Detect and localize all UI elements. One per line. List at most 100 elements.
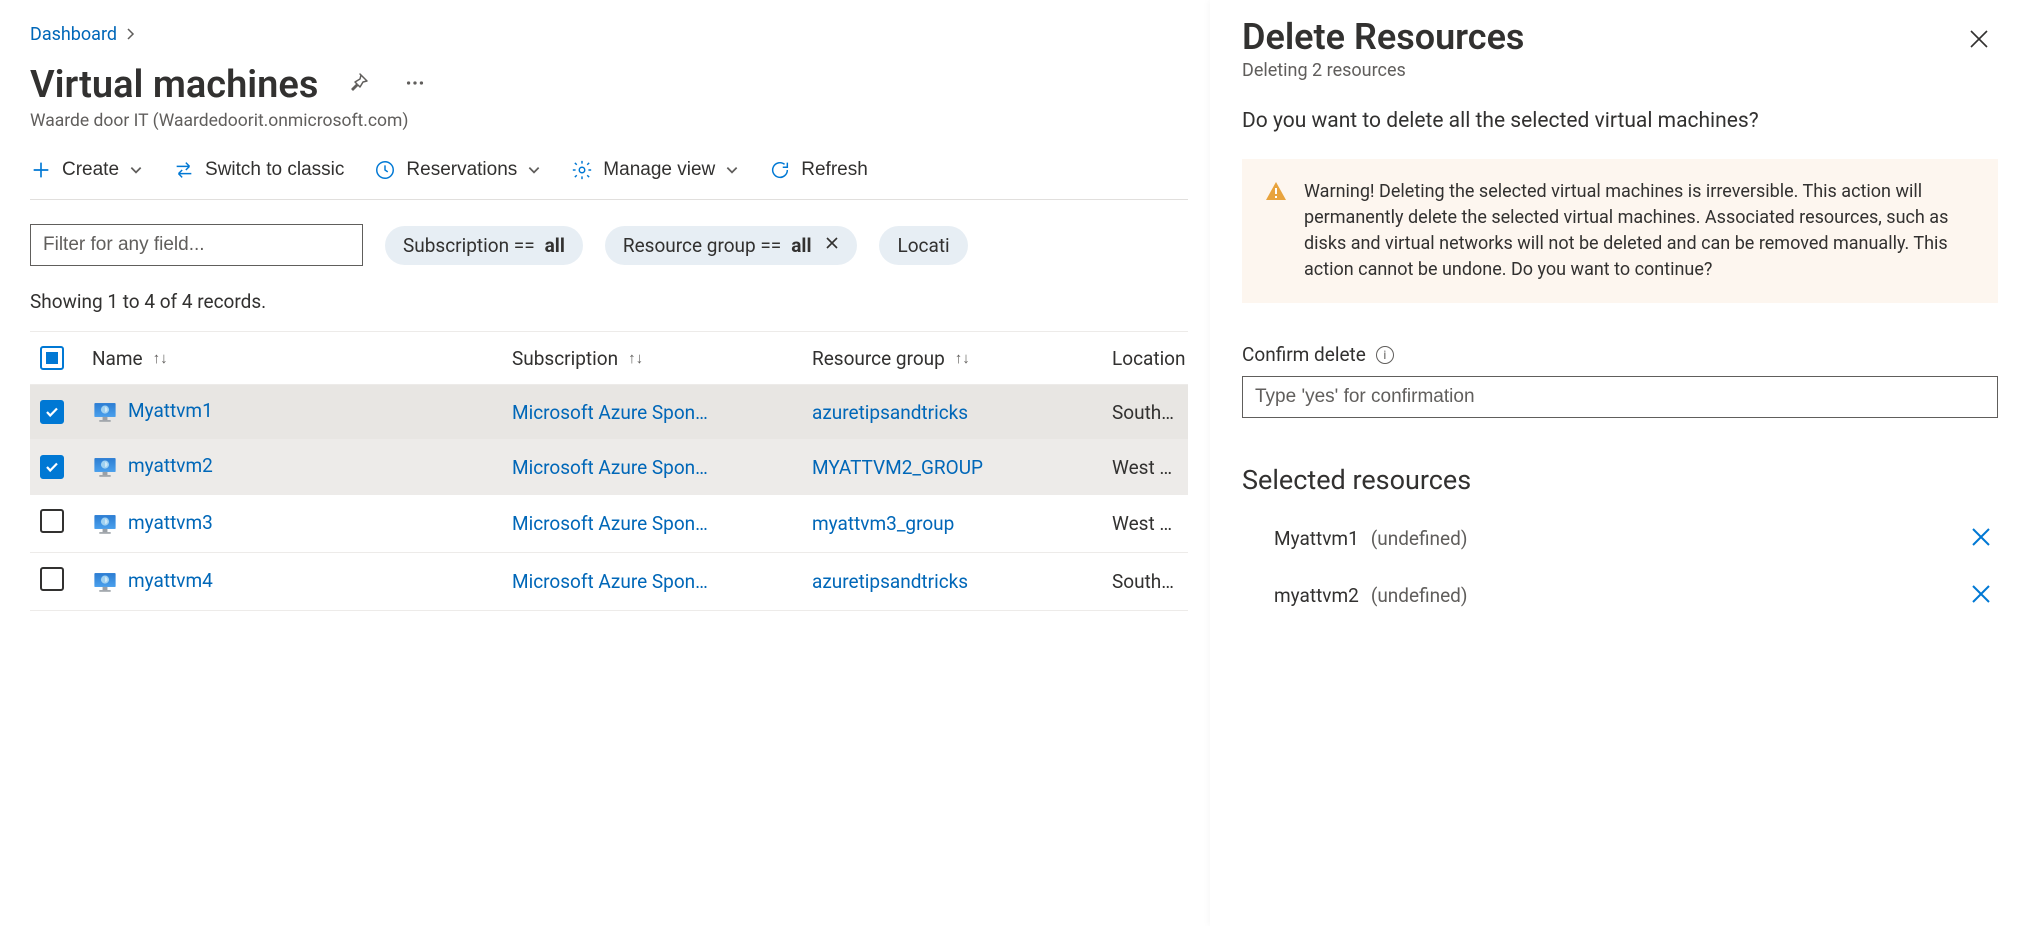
resource-group-link[interactable]: myattvm3_group <box>812 512 954 535</box>
panel-subtitle: Deleting 2 resources <box>1242 60 1524 81</box>
filter-bar: Subscription == all Resource group == al… <box>30 200 1188 266</box>
close-icon <box>1968 28 1990 50</box>
info-icon[interactable]: i <box>1376 346 1394 364</box>
more-horizontal-icon <box>404 72 426 94</box>
warning-icon <box>1264 179 1288 283</box>
remove-selected-button[interactable] <box>1966 579 1996 612</box>
selected-resources-heading: Selected resources <box>1242 464 1998 496</box>
chevron-down-icon <box>129 163 143 177</box>
resource-group-link[interactable]: MYATTVM2_GROUP <box>812 456 983 479</box>
sort-icon: ↑↓ <box>949 349 970 367</box>
reservations-button[interactable]: Reservations <box>374 159 541 181</box>
plus-icon <box>30 159 52 181</box>
resource-group-link[interactable]: azuretipsandtricks <box>812 401 968 424</box>
vm-icon <box>92 399 128 422</box>
remove-selected-button[interactable] <box>1966 522 1996 555</box>
breadcrumb-dashboard[interactable]: Dashboard <box>30 24 117 45</box>
location-cell: South Cent <box>1102 553 1188 611</box>
warning-box: Warning! Deleting the selected virtual m… <box>1242 159 1998 303</box>
refresh-button[interactable]: Refresh <box>769 159 868 181</box>
col-loc-label: Location <box>1112 347 1186 370</box>
warning-text: Warning! Deleting the selected virtual m… <box>1304 179 1976 283</box>
filter-pill-subscription[interactable]: Subscription == all <box>385 226 583 265</box>
vm-icon <box>92 454 128 477</box>
table-row[interactable]: myattvm3 Microsoft Azure Spon… myattvm3_gr… <box>30 495 1188 553</box>
switch-label: Switch to classic <box>205 159 344 181</box>
subscription-link[interactable]: Microsoft Azure Spon… <box>512 512 708 535</box>
switch-classic-button[interactable]: Switch to classic <box>173 159 344 181</box>
col-name[interactable]: Name↑↓ <box>82 332 502 385</box>
selected-resource-status: (undefined) <box>1365 527 1468 550</box>
location-cell: South Cent <box>1102 385 1188 440</box>
breadcrumb: Dashboard <box>30 24 1188 45</box>
pin-button[interactable] <box>340 65 376 101</box>
panel-title: Delete Resources <box>1242 16 1524 58</box>
create-label: Create <box>62 159 119 181</box>
command-bar: Create Switch to classic Reservations <box>30 153 1188 200</box>
filter-input[interactable] <box>30 224 363 266</box>
table-row[interactable]: myattvm4 Microsoft Azure Spon… azuretipsan… <box>30 553 1188 611</box>
vm-icon <box>92 569 128 592</box>
subscription-link[interactable]: Microsoft Azure Spon… <box>512 401 708 424</box>
close-icon[interactable] <box>821 235 839 255</box>
location-cell: West Europ <box>1102 440 1188 495</box>
row-checkbox[interactable] <box>40 400 64 424</box>
select-all-checkbox[interactable] <box>40 346 64 370</box>
col-rg-label: Resource group <box>812 347 945 370</box>
row-checkbox[interactable] <box>40 509 64 533</box>
clock-icon <box>374 159 396 181</box>
records-count: Showing 1 to 4 of 4 records. <box>30 266 1188 325</box>
pill-label: Locati <box>897 234 949 257</box>
col-name-label: Name <box>92 347 143 370</box>
swap-icon <box>173 159 195 181</box>
pill-label: Resource group == <box>623 234 781 257</box>
reservations-label: Reservations <box>406 159 517 181</box>
create-button[interactable]: Create <box>30 159 143 181</box>
location-cell: West Europ <box>1102 495 1188 553</box>
resource-group-link[interactable]: azuretipsandtricks <box>812 570 968 593</box>
manage-view-label: Manage view <box>603 159 715 181</box>
delete-resources-panel: Delete Resources Deleting 2 resources Do… <box>1210 0 2030 926</box>
row-checkbox[interactable] <box>40 567 64 591</box>
chevron-down-icon <box>527 163 541 177</box>
refresh-label: Refresh <box>801 159 868 181</box>
panel-close-button[interactable] <box>1960 20 1998 61</box>
refresh-icon <box>769 159 791 181</box>
selected-resource-item: Myattvm1 (undefined) <box>1242 510 1998 567</box>
vm-name-link[interactable]: myattvm4 <box>128 569 213 592</box>
chevron-down-icon <box>725 163 739 177</box>
subscription-link[interactable]: Microsoft Azure Spon… <box>512 570 708 593</box>
filter-pill-location[interactable]: Locati <box>879 226 967 265</box>
row-checkbox[interactable] <box>40 455 64 479</box>
table-row[interactable]: Myattvm1 Microsoft Azure Spon… azuretipsan… <box>30 385 1188 440</box>
vm-name-link[interactable]: myattvm3 <box>128 511 213 534</box>
pill-value: all <box>791 234 811 257</box>
vm-name-link[interactable]: myattvm2 <box>128 454 213 477</box>
selected-resource-name: Myattvm1 <box>1274 527 1359 550</box>
manage-view-button[interactable]: Manage view <box>571 159 739 181</box>
tenant-subtitle: Waarde door IT (Waardedoorit.onmicrosoft… <box>30 111 1188 131</box>
col-subscription[interactable]: Subscription↑↓ <box>502 332 802 385</box>
vm-name-link[interactable]: Myattvm1 <box>128 399 213 422</box>
more-button[interactable] <box>398 66 432 100</box>
vm-icon <box>92 511 128 534</box>
confirm-input[interactable] <box>1242 376 1998 418</box>
col-location[interactable]: Location↑ <box>1102 332 1188 385</box>
pin-icon <box>346 71 370 95</box>
sort-icon: ↑↓ <box>622 349 643 367</box>
selected-resource-item: myattvm2 (undefined) <box>1242 567 1998 624</box>
sort-icon: ↑↓ <box>147 349 168 367</box>
chevron-right-icon <box>125 25 137 44</box>
pill-value: all <box>545 234 565 257</box>
subscription-link[interactable]: Microsoft Azure Spon… <box>512 456 708 479</box>
pill-label: Subscription == <box>403 234 535 257</box>
selected-resource-name: myattvm2 <box>1274 584 1359 607</box>
filter-pill-resource-group[interactable]: Resource group == all <box>605 226 858 265</box>
col-resource-group[interactable]: Resource group↑↓ <box>802 332 1102 385</box>
gear-icon <box>571 159 593 181</box>
page-title: Virtual machines <box>30 63 318 107</box>
vm-table: Name↑↓ Subscription↑↓ Resource group↑↓ L… <box>30 331 1188 611</box>
table-row[interactable]: myattvm2 Microsoft Azure Spon… MYATTVM2_GR… <box>30 440 1188 495</box>
panel-question: Do you want to delete all the selected v… <box>1242 109 1998 133</box>
confirm-label: Confirm delete <box>1242 343 1366 366</box>
